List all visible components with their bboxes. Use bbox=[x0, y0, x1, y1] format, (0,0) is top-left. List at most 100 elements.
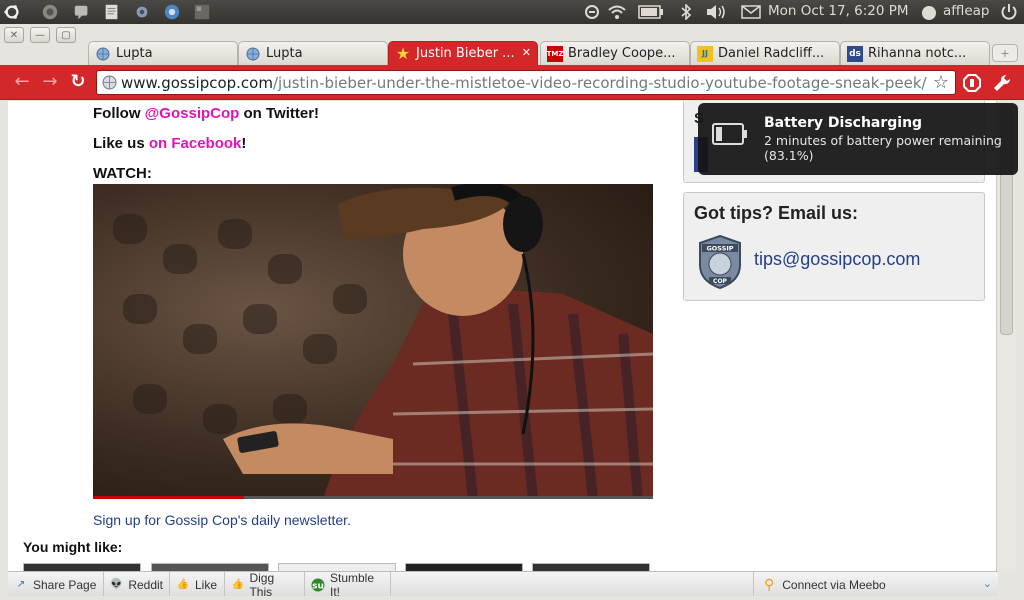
you-might-like-heading: You might like: bbox=[23, 539, 123, 555]
like-suffix: ! bbox=[241, 135, 247, 152]
video-frame-person bbox=[223, 184, 653, 499]
ubuntu-logo-icon[interactable] bbox=[2, 2, 22, 22]
settings-icon[interactable] bbox=[132, 2, 152, 22]
reddit-label: Reddit bbox=[128, 577, 163, 592]
maximize-window-icon[interactable]: ▢ bbox=[56, 27, 76, 43]
wrench-icon[interactable] bbox=[992, 73, 1012, 93]
stumble-button[interactable]: su Stumble It! bbox=[305, 570, 391, 599]
power-icon[interactable] bbox=[1000, 4, 1018, 20]
close-window-icon[interactable]: ✕ bbox=[4, 27, 24, 43]
badge-bottom-text: COP bbox=[713, 278, 728, 285]
share-label: Share Page bbox=[33, 577, 97, 592]
volume-icon[interactable] bbox=[706, 4, 728, 20]
like-prefix: Like us bbox=[93, 135, 149, 152]
forward-button[interactable]: → bbox=[40, 73, 60, 93]
tab-label: Justin Bieber ... bbox=[416, 46, 515, 61]
svg-text:su: su bbox=[312, 581, 324, 591]
top-panel: Mon Oct 17, 6:20 PM affleap bbox=[0, 0, 1024, 24]
reddit-button[interactable]: 👽 Reddit bbox=[104, 572, 170, 597]
tab-justin-bieber[interactable]: ★ Justin Bieber ... ✕ bbox=[388, 41, 538, 65]
battery-low-icon bbox=[712, 123, 747, 145]
user-name[interactable]: affleap bbox=[943, 3, 989, 19]
reddit-icon: 👽 bbox=[110, 579, 123, 590]
video-player[interactable] bbox=[93, 184, 653, 499]
meebo-connect[interactable]: ⚲ Connect via Meebo ⌄ bbox=[753, 572, 998, 597]
tips-box: Got tips? Email us: GOSSIP COP tips@goss… bbox=[683, 192, 985, 301]
tips-email-link[interactable]: tips@gossipcop.com bbox=[754, 249, 920, 270]
tmz-icon: TMZ bbox=[547, 45, 563, 62]
meebo-label: Connect via Meebo bbox=[782, 577, 886, 592]
workspace-icon[interactable] bbox=[192, 2, 212, 22]
digg-button[interactable]: 👍 Digg This bbox=[225, 570, 305, 599]
reload-button[interactable]: ↻ bbox=[68, 73, 88, 93]
battery-notification: Battery Discharging 2 minutes of battery… bbox=[698, 103, 1018, 175]
notification-body: 2 minutes of battery power remaining (83… bbox=[764, 133, 1002, 163]
tab-label: Daniel Radcliff... bbox=[718, 46, 825, 61]
related-thumb[interactable] bbox=[532, 563, 650, 571]
tab-rihanna[interactable]: ds Rihanna notc... bbox=[840, 41, 990, 65]
adblock-icon[interactable] bbox=[962, 73, 982, 93]
follow-suffix: on Twitter! bbox=[239, 105, 320, 122]
tab-bradley-cooper[interactable]: TMZ Bradley Coope... bbox=[540, 41, 690, 65]
close-tab-icon[interactable]: ✕ bbox=[522, 46, 531, 59]
globe-icon bbox=[245, 46, 261, 62]
share-bar: ↗ Share Page 👽 Reddit 👍 Like 👍 Digg This… bbox=[8, 570, 998, 599]
mail-icon[interactable] bbox=[741, 4, 761, 20]
tips-title: Got tips? Email us: bbox=[694, 203, 859, 223]
address-bar[interactable]: www.gossipcop.com/justin-bieber-under-th… bbox=[96, 70, 956, 95]
meebo-icon: ⚲ bbox=[764, 576, 775, 592]
tab-label: Rihanna notc... bbox=[868, 46, 967, 61]
justjared-icon: JJ bbox=[697, 45, 713, 62]
url-path: /justin-bieber-under-the-mistletoe-video… bbox=[272, 73, 927, 92]
thumbs-up-icon: 👍 bbox=[176, 579, 190, 590]
update-manager-icon[interactable] bbox=[40, 2, 60, 22]
tab-label: Bradley Coope... bbox=[568, 46, 676, 61]
new-tab-button[interactable]: + bbox=[992, 44, 1018, 62]
share-page-button[interactable]: ↗ Share Page bbox=[8, 572, 104, 597]
tab-lupta-2[interactable]: Lupta bbox=[238, 41, 388, 65]
follow-twitter-line: Follow @GossipCop on Twitter! bbox=[93, 105, 319, 122]
battery-icon[interactable] bbox=[638, 4, 664, 20]
minimize-window-icon[interactable]: — bbox=[30, 27, 50, 43]
stumbleupon-icon: su bbox=[311, 578, 325, 592]
url-domain: www.gossipcop.com bbox=[121, 73, 273, 92]
browser-toolbar: ← → ↻ www.gossipcop.com/justin-bieber-un… bbox=[0, 65, 1024, 100]
related-thumb[interactable] bbox=[405, 563, 523, 571]
badge-top-text: GOSSIP bbox=[706, 245, 733, 253]
globe-icon bbox=[95, 46, 111, 62]
facebook-link[interactable]: on Facebook bbox=[149, 135, 242, 152]
record-icon[interactable] bbox=[584, 4, 600, 20]
video-progress-bar[interactable] bbox=[93, 496, 653, 499]
wifi-icon[interactable] bbox=[608, 4, 626, 20]
tab-daniel-radcliffe[interactable]: JJ Daniel Radcliff... bbox=[690, 41, 840, 65]
back-button[interactable]: ← bbox=[12, 73, 32, 93]
page-info-icon[interactable] bbox=[102, 75, 117, 90]
ds-icon: ds bbox=[847, 45, 863, 62]
stumble-label: Stumble It! bbox=[330, 570, 375, 599]
gossip-cop-badge-icon: GOSSIP COP bbox=[699, 235, 741, 289]
tray-icons bbox=[584, 4, 600, 20]
related-thumb[interactable] bbox=[23, 563, 141, 571]
like-button[interactable]: 👍 Like bbox=[170, 572, 225, 597]
clock[interactable]: Mon Oct 17, 6:20 PM bbox=[768, 3, 909, 19]
window-controls: ✕ — ▢ bbox=[4, 27, 76, 43]
newsletter-link[interactable]: Sign up for Gossip Cop's daily newslette… bbox=[93, 512, 351, 528]
tab-label: Lupta bbox=[266, 46, 303, 61]
like-facebook-line: Like us on Facebook! bbox=[93, 135, 246, 152]
twitter-link[interactable]: @GossipCop bbox=[145, 105, 240, 122]
watch-label: WATCH: bbox=[93, 165, 152, 182]
bluetooth-icon[interactable] bbox=[680, 4, 692, 20]
bookmark-star-icon[interactable]: ☆ bbox=[933, 72, 949, 93]
share-icon: ↗ bbox=[16, 579, 26, 590]
chat-icon[interactable] bbox=[72, 2, 92, 22]
digg-label: Digg This bbox=[249, 570, 275, 599]
tab-label: Lupta bbox=[116, 46, 153, 61]
star-icon: ★ bbox=[395, 44, 411, 63]
video-progress-fill bbox=[93, 496, 245, 499]
user-status-icon[interactable] bbox=[920, 4, 938, 20]
window-bottom-edge bbox=[0, 596, 1024, 600]
chromium-icon[interactable] bbox=[162, 2, 182, 22]
tab-lupta-1[interactable]: Lupta bbox=[88, 41, 238, 65]
text-editor-icon[interactable] bbox=[102, 2, 122, 22]
chevron-down-icon[interactable]: ⌄ bbox=[983, 577, 992, 590]
